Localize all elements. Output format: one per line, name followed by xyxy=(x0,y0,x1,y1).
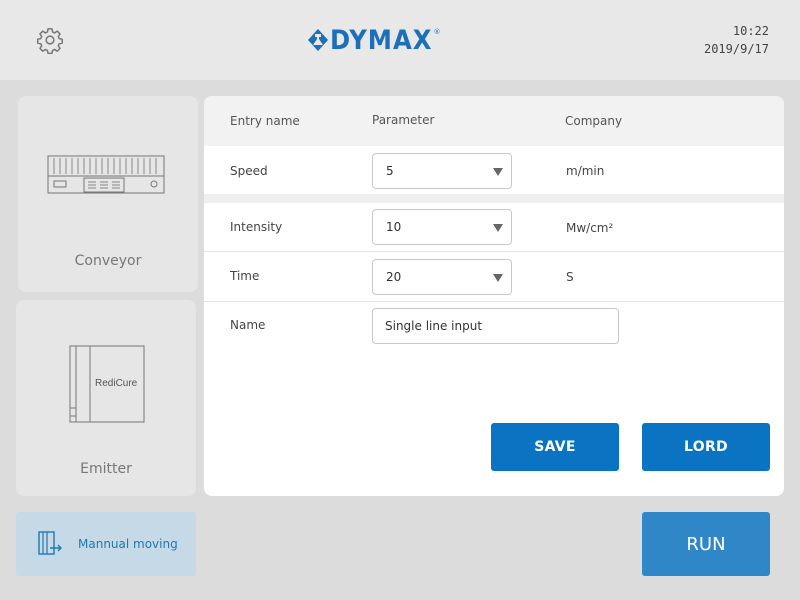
manual-moving-icon xyxy=(38,531,62,555)
chevron-down-icon xyxy=(493,168,503,176)
chevron-down-icon xyxy=(493,274,503,282)
table-row-intensity: Intensity 10 Mw/cm² xyxy=(204,203,784,251)
time-value: 20 xyxy=(386,270,402,284)
header-parameter: Parameter xyxy=(372,113,435,127)
name-input[interactable] xyxy=(372,308,619,344)
registered-mark: ® xyxy=(433,28,441,36)
speed-value: 5 xyxy=(386,164,394,178)
dymax-logo-icon xyxy=(308,29,328,51)
redicure-emitter-icon: RediCure xyxy=(69,345,145,423)
emitter-label: Emitter xyxy=(80,461,132,477)
dymax-logo: DYMAX ® xyxy=(306,24,441,56)
emitter-card[interactable]: RediCure Emitter xyxy=(16,300,196,496)
row-label: Speed xyxy=(230,164,268,178)
manual-moving-button[interactable]: Mannual moving xyxy=(16,512,196,576)
manual-moving-label: Mannual moving xyxy=(78,537,178,551)
row-label: Intensity xyxy=(230,220,283,234)
conveyor-card[interactable]: Conveyor xyxy=(18,96,198,292)
clock-date: 2019/9/17 xyxy=(703,42,769,56)
row-unit: m/min xyxy=(566,164,605,178)
row-unit: S xyxy=(566,270,574,284)
run-button[interactable]: RUN xyxy=(642,512,770,576)
row-label: Time xyxy=(230,269,260,283)
intensity-select[interactable]: 10 xyxy=(372,209,512,245)
table-row-speed: Speed 5 m/min xyxy=(204,146,784,194)
time-select[interactable]: 20 xyxy=(372,259,512,295)
lord-button[interactable]: LORD xyxy=(642,423,770,471)
conveyor-icon xyxy=(47,155,165,194)
gear-icon[interactable] xyxy=(36,26,64,54)
intensity-value: 10 xyxy=(386,220,402,234)
table-row-name: Name xyxy=(204,302,784,352)
header-entry-name: Entry name xyxy=(230,114,300,128)
redicure-text: RediCure xyxy=(95,378,138,389)
speed-select[interactable]: 5 xyxy=(372,153,512,189)
top-bar: DYMAX ® 10:22 2019/9/17 xyxy=(0,0,800,80)
clock: 10:22 2019/9/17 xyxy=(704,22,769,58)
table-row-time: Time 20 S xyxy=(204,252,784,301)
header-company: Company xyxy=(565,114,623,128)
row-label: Name xyxy=(230,318,266,332)
save-button[interactable]: SAVE xyxy=(491,423,619,471)
clock-time: 10:22 xyxy=(732,24,769,38)
table-header: Entry name Parameter Company xyxy=(204,96,784,146)
logo-text: DYMAX xyxy=(330,24,433,56)
row-unit: Mw/cm² xyxy=(566,221,614,235)
parameters-panel: Entry name Parameter Company Speed 5 m/m… xyxy=(204,96,784,496)
chevron-down-icon xyxy=(493,224,503,232)
conveyor-label: Conveyor xyxy=(74,253,142,269)
row-divider xyxy=(204,194,784,203)
